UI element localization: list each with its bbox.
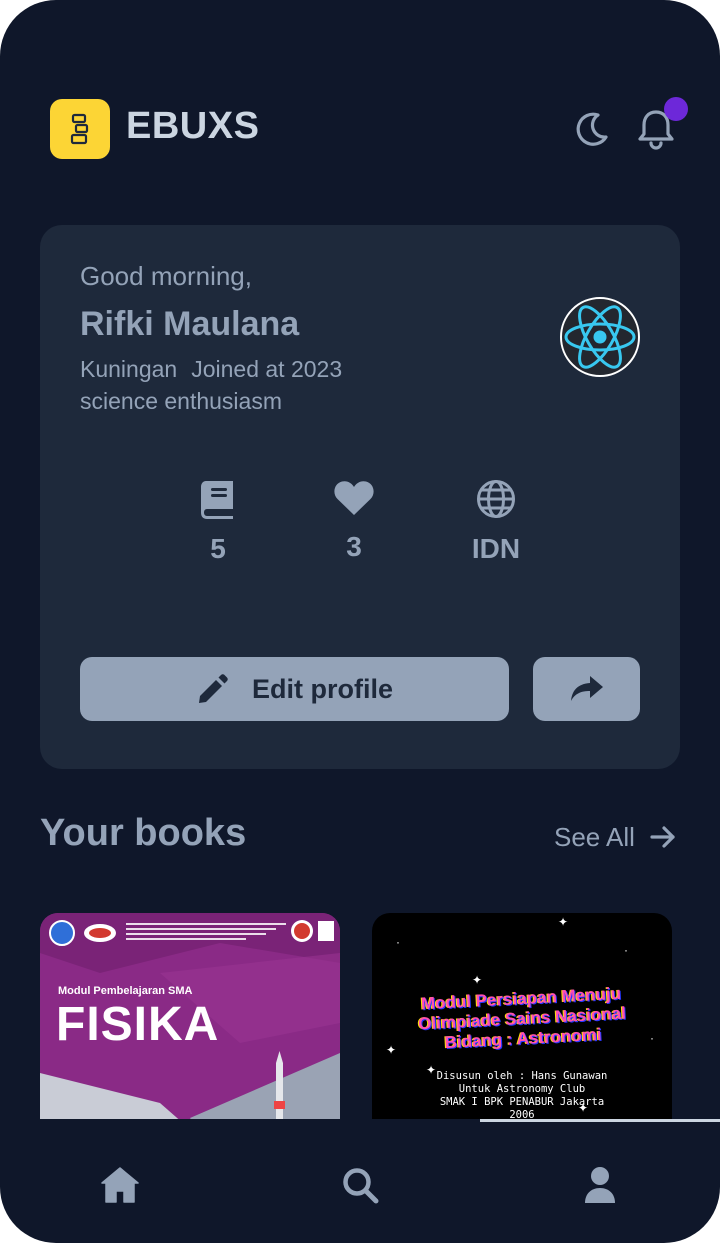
credits-line: 2006 [509,1109,535,1119]
pencil-icon [199,674,228,703]
user-meta: Kuningan Joined at 2023 [80,356,342,383]
credits-line: Disusun oleh : Hans Gunawan [436,1070,608,1082]
arrow-right-icon [650,826,675,848]
moon-icon[interactable] [572,109,612,149]
book-card-astronomi[interactable]: ✦ · ✦ · ✦ · ✦ ✦ Modul Persiapan Menuju O… [372,913,672,1119]
books-carousel: Modul Pembelajaran SMA FISIKA ✦ · ✦ · ✦ … [40,913,720,1119]
edit-profile-label: Edit profile [252,673,393,704]
see-all-link[interactable]: See All [554,820,677,854]
user-bio: science enthusiasm [80,388,282,414]
book-stack-icon[interactable] [50,99,110,159]
stat-books: 5 [158,479,278,565]
user-joined: Joined at 2023 [191,356,343,382]
scroll-indicator [480,1119,720,1122]
share-button[interactable] [533,657,640,721]
heart-icon [334,481,374,515]
cover-credits: Disusun oleh : Hans Gunawan Untuk Astron… [372,1070,672,1119]
user-location: Kuningan [80,356,178,382]
cover-subtitle: Modul Pembelajaran SMA [58,985,193,997]
greeting-text: Good morning, [80,261,252,291]
star-decoration: ✦ [558,915,569,929]
book-icon [201,481,233,519]
app-title: EBUXS [126,105,260,147]
react-logo-icon [564,305,636,369]
app-screen: EBUXS Good morning, Rifki Maulana Kuning… [0,0,720,1243]
book-card-fisika[interactable]: Modul Pembelajaran SMA FISIKA [40,913,340,1119]
avatar[interactable] [560,297,640,377]
stat-likes-value: 3 [346,531,362,562]
see-all-label: See All [554,821,635,852]
app-header: EBUXS [50,97,688,159]
ministry-logos [49,920,334,946]
share-icon [570,676,603,701]
stat-country-value: IDN [471,533,521,564]
profile-card: Good morning, Rifki Maulana Kuningan Join… [40,225,680,769]
globe-icon [477,480,515,518]
credits-line: SMAK I BPK PENABUR Jakarta [439,1096,605,1108]
user-name: Rifki Maulana [80,305,300,343]
cover-title: FISIKA [56,998,220,1051]
credits-line: Untuk Astronomy Club [458,1083,586,1095]
section-title-your-books: Your books [40,812,247,854]
stat-country: IDN [436,479,556,565]
star-decoration: · [624,943,628,957]
stat-books-value: 5 [210,533,226,564]
cover-title: Modul Persiapan Menuju Olimpiade Sains N… [372,981,672,1057]
edit-profile-button[interactable]: Edit profile [80,657,509,721]
user-icon[interactable] [580,1165,620,1205]
star-decoration: · [396,935,400,949]
cover-logos [40,913,340,949]
stat-likes: 3 [294,479,414,563]
home-icon[interactable] [100,1165,140,1205]
notification-dot [664,97,688,121]
star-decoration: ✦ [472,973,483,987]
search-icon[interactable] [340,1165,380,1205]
